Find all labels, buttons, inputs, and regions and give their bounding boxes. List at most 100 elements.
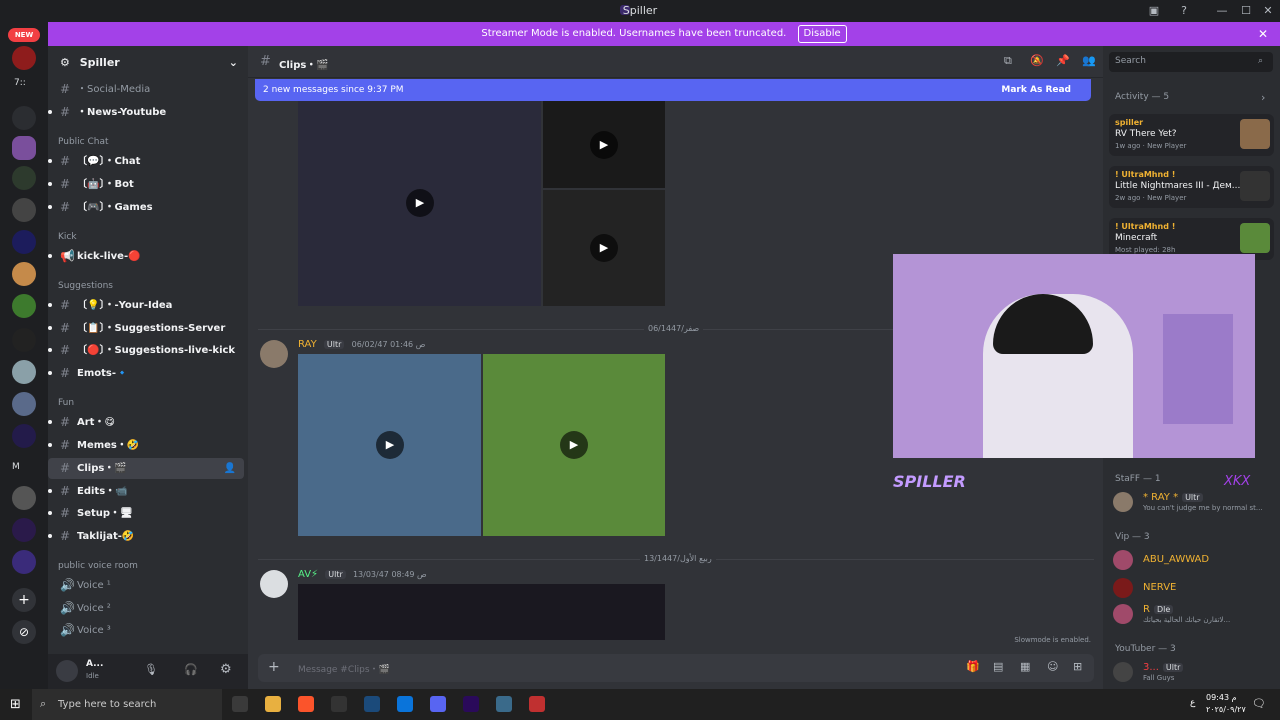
- play-icon[interactable]: ▶: [406, 189, 434, 217]
- play-icon[interactable]: ▶: [376, 431, 404, 459]
- close-window-button[interactable]: ✕: [1260, 3, 1276, 19]
- task-view-icon[interactable]: [232, 696, 248, 712]
- server-icon[interactable]: [12, 106, 36, 130]
- server-icon[interactable]: [12, 328, 36, 352]
- steam-icon[interactable]: [364, 696, 380, 712]
- member-item[interactable]: NERVE: [1113, 576, 1273, 600]
- channel-taklijat[interactable]: # Taklijat-🤣: [48, 526, 244, 547]
- play-icon[interactable]: ▶: [590, 131, 618, 159]
- gift-icon[interactable]: 🎁: [966, 660, 980, 673]
- server-icon[interactable]: [12, 198, 36, 222]
- microphone-icon[interactable]: 🎙: [144, 663, 158, 676]
- new-messages-bar[interactable]: 2 new messages since 9:37 PM Mark As Rea…: [255, 79, 1091, 101]
- pin-icon[interactable]: 📌: [1056, 54, 1070, 67]
- new-badge[interactable]: NEW: [8, 28, 40, 42]
- channel-clips[interactable]: # Clips・🎬 👤: [48, 458, 244, 479]
- premiere-icon[interactable]: [463, 696, 479, 712]
- category-fun[interactable]: Fun: [58, 398, 74, 408]
- battlenet-icon[interactable]: [397, 696, 413, 712]
- server-label[interactable]: M: [12, 462, 20, 472]
- gif-icon[interactable]: ▤: [993, 660, 1003, 673]
- file-explorer-icon[interactable]: [265, 696, 281, 712]
- voice-channel-1[interactable]: 🔊 Voice ¹: [48, 575, 244, 596]
- add-member-icon[interactable]: 👤: [224, 458, 236, 479]
- server-label[interactable]: 7::: [14, 78, 26, 88]
- category-public-chat[interactable]: Public Chat: [58, 137, 109, 147]
- server-icon[interactable]: [12, 424, 36, 448]
- server-icon[interactable]: [12, 486, 36, 510]
- voice-channel-3[interactable]: 🔊 Voice ³: [48, 620, 244, 641]
- video-attachment[interactable]: [298, 584, 665, 640]
- video-attachment[interactable]: ▶: [483, 354, 665, 536]
- server-icon[interactable]: [12, 166, 36, 190]
- taskbar-time[interactable]: 09:43 م: [1206, 693, 1237, 702]
- taskbar-search[interactable]: ⌕ Type here to search: [32, 689, 222, 720]
- channel-emots[interactable]: # Emots-🔹: [48, 363, 244, 384]
- chevron-right-icon[interactable]: ›: [1261, 91, 1265, 104]
- notifications-icon[interactable]: 🗨: [1252, 697, 1266, 710]
- emoji-icon[interactable]: ☺: [1047, 660, 1058, 673]
- help-icon[interactable]: ?: [1176, 3, 1192, 19]
- message-author[interactable]: RAY: [298, 339, 317, 350]
- category-suggestions[interactable]: Suggestions: [58, 281, 113, 291]
- message-author[interactable]: AV⚡: [298, 569, 318, 580]
- category-voice[interactable]: public voice room: [58, 561, 138, 571]
- add-attachment-icon[interactable]: +: [268, 659, 280, 675]
- avatar[interactable]: [260, 570, 288, 598]
- server-icon[interactable]: [12, 230, 36, 254]
- brave-browser-icon[interactable]: [298, 696, 314, 712]
- channel-edits[interactable]: # Edits・📹: [48, 481, 244, 502]
- channel-memes[interactable]: # Memes・🤣: [48, 435, 244, 456]
- activity-card[interactable]: spiller RV There Yet? 1w ago · New Playe…: [1109, 114, 1274, 156]
- headphones-icon[interactable]: 🎧: [184, 663, 198, 676]
- mute-icon[interactable]: 🔕: [1030, 54, 1044, 67]
- channel-suggestions-live-kick[interactable]: # 〔🔴〕・Suggestions-live-kick: [48, 340, 244, 361]
- video-attachment[interactable]: ▶: [543, 190, 665, 306]
- inbox-icon[interactable]: ▣: [1146, 3, 1162, 19]
- activity-card[interactable]: ! UltraMhnd ! Little Nightmares III - Де…: [1109, 166, 1274, 208]
- server-icon[interactable]: [12, 392, 36, 416]
- avatar[interactable]: [56, 660, 78, 682]
- maximize-button[interactable]: ☐: [1238, 3, 1254, 19]
- channel-news-youtube[interactable]: # ・News-Youtube: [48, 102, 244, 123]
- epic-games-icon[interactable]: [331, 696, 347, 712]
- discord-icon[interactable]: [430, 696, 446, 712]
- server-icon[interactable]: [12, 136, 36, 160]
- avatar[interactable]: [260, 340, 288, 368]
- members-icon[interactable]: 👥: [1082, 54, 1096, 67]
- server-header[interactable]: ⚙ Spiller ⌄: [48, 46, 248, 78]
- search-input[interactable]: Search: [1109, 52, 1273, 72]
- video-attachment[interactable]: ▶: [298, 101, 541, 306]
- server-icon[interactable]: [12, 262, 36, 286]
- apps-icon[interactable]: ⊞: [1073, 660, 1082, 673]
- close-icon[interactable]: ✕: [1258, 22, 1268, 46]
- channel-games[interactable]: # 〔🎮〕・Games: [48, 197, 244, 218]
- server-icon[interactable]: [12, 294, 36, 318]
- add-server-icon[interactable]: +: [12, 588, 36, 612]
- gear-icon[interactable]: ⚙: [220, 662, 232, 677]
- disable-streamer-button[interactable]: Disable: [797, 25, 847, 43]
- play-icon[interactable]: ▶: [590, 234, 618, 262]
- app-icon[interactable]: [496, 696, 512, 712]
- channel-social-media[interactable]: # ・Social-Media: [48, 79, 244, 100]
- minimize-button[interactable]: —: [1214, 3, 1230, 19]
- play-icon[interactable]: ▶: [560, 431, 588, 459]
- windows-start-icon[interactable]: ⊞: [10, 697, 21, 712]
- voice-channel-2[interactable]: 🔊 Voice ²: [48, 598, 244, 619]
- obs-icon[interactable]: [529, 696, 545, 712]
- channel-suggestions-server[interactable]: # 〔📋〕・Suggestions-Server: [48, 318, 244, 339]
- channel-bot[interactable]: # 〔🤖〕・Bot: [48, 174, 244, 195]
- keyboard-language[interactable]: ع: [1190, 698, 1195, 708]
- member-item[interactable]: ABU_AWWAD: [1113, 548, 1273, 572]
- server-icon[interactable]: [12, 360, 36, 384]
- server-icon[interactable]: [12, 46, 36, 70]
- channel-art[interactable]: # Art・😋: [48, 412, 244, 433]
- server-icon[interactable]: [12, 550, 36, 574]
- taskbar-date[interactable]: ٢٠٢٥/٠٩/٢٧: [1206, 705, 1246, 714]
- message-input[interactable]: Message #Clips・🎬: [298, 662, 390, 675]
- channel-chat[interactable]: # 〔💬〕・Chat: [48, 151, 244, 172]
- channel-setup[interactable]: # Setup・🖥: [48, 503, 244, 524]
- channel-kick-live[interactable]: 📢 kick-live-🔴: [48, 246, 244, 267]
- category-kick[interactable]: Kick: [58, 232, 77, 242]
- video-attachment[interactable]: ▶: [298, 354, 481, 536]
